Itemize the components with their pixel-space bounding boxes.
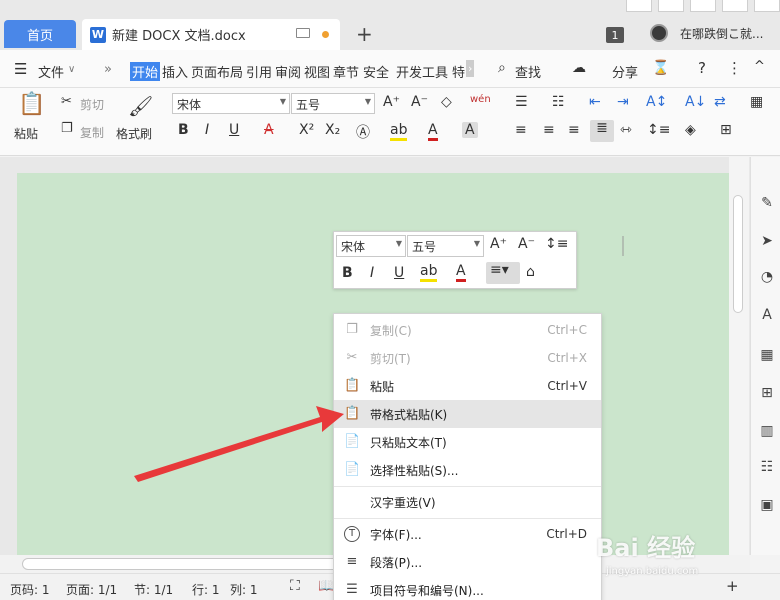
baidu-jingyan-watermark: Bai 经验 xyxy=(596,534,696,562)
watermark-site: jingyan.baidu.com xyxy=(606,566,699,577)
annotation-arrow xyxy=(134,406,344,482)
